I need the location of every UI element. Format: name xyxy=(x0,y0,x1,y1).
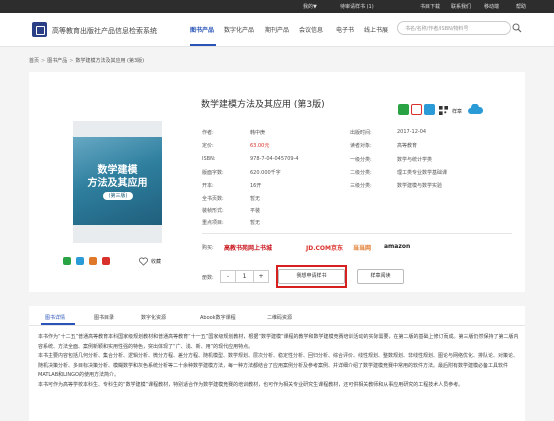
description-paragraph: 本书主要内容包括几何分析、集合分析、逻辑分析、微分方程、差分方程、随机模型、数学… xyxy=(38,353,519,379)
store-link-jd[interactable]: JD.COM京东 xyxy=(306,243,343,252)
breadcrumb-home[interactable]: 首页 xyxy=(29,58,39,64)
cloud-icon[interactable] xyxy=(468,104,483,115)
cover-title-line2: 方法及其应用 xyxy=(87,178,148,189)
nav-journals[interactable]: 期刊产品 xyxy=(265,25,289,34)
book-title: 数学建模方法及其应用 (第3版) xyxy=(201,100,325,110)
mobile-link[interactable]: 移动端 xyxy=(484,3,499,10)
store-link-dangdang[interactable]: 当当网 xyxy=(353,243,371,252)
meta-isbn-label: ISBN: xyxy=(202,156,216,162)
description-paragraph: 本书可作为高等学校本科生、专科生的“数学建模”课程教材，特别适合作为数学建模竞赛… xyxy=(38,381,464,388)
qr-code-icon[interactable] xyxy=(439,106,448,115)
description-paragraph: 本书作为“十二五”普通高等教育本科国家级规划教材和普通高等教育“十一五”国家级规… xyxy=(38,334,519,350)
meta-category1-value[interactable]: 数学与统计学类 xyxy=(397,156,432,163)
book-description: 本书作为“十二五”普通高等教育本科国家级规划教材和普通高等教育“十一五”国家级规… xyxy=(38,333,519,391)
sample-cart-link[interactable]: 待审请样书 (1) xyxy=(340,3,374,10)
breadcrumb-current: 数学建模方法及其应用 (第3版) xyxy=(75,58,145,64)
heart-icon[interactable] xyxy=(139,257,148,266)
site-header: 高等教育出版社产品信息检索系统 图书产品 数字化产品 期刊产品 会议信息 电子书… xyxy=(0,13,554,47)
top-bar: 我的▼ 待审请样书 (1) 书目下载 联系我们 移动端 帮助 xyxy=(0,0,554,13)
breadcrumb-separator: > xyxy=(69,58,74,64)
quantity-input[interactable]: 1 xyxy=(235,270,254,283)
tab-abook[interactable]: Abook数字课程 xyxy=(200,314,236,321)
resource-icon[interactable] xyxy=(424,104,435,115)
read-sample-button[interactable]: 样章阅读 xyxy=(357,269,404,284)
meta-pubdate-value: 2017-12-04 xyxy=(397,129,427,135)
meta-format-label: 开本: xyxy=(202,183,214,189)
meta-pubdate-label: 出版时间: xyxy=(350,130,372,136)
nav-ebooks[interactable]: 电子书 xyxy=(336,25,354,34)
quantity-minus-button[interactable]: - xyxy=(220,270,236,283)
cover-header xyxy=(73,121,162,137)
qzone-share-icon[interactable] xyxy=(89,257,97,265)
meta-audience-label: 读者对象: xyxy=(350,143,372,149)
nav-conferences[interactable]: 会议信息 xyxy=(299,25,323,34)
nav-digital[interactable]: 数字化产品 xyxy=(224,25,254,34)
meta-binding-label: 装帧形式: xyxy=(202,208,224,214)
store-link-hep[interactable]: 高教书苑网上书城 xyxy=(224,243,272,252)
tab-digital-resources[interactable]: 数字化资源 xyxy=(141,314,166,321)
meta-category3-value[interactable]: 数学建模与数学实验 xyxy=(397,182,442,189)
breadcrumb-books[interactable]: 图书产品 xyxy=(47,58,67,64)
meta-author-value[interactable]: 韩中庚 xyxy=(250,129,265,136)
quantity-label: 册数: xyxy=(202,275,214,281)
tab-active-indicator xyxy=(41,323,75,325)
qq-share-icon[interactable] xyxy=(76,257,84,265)
help-link[interactable]: 帮助 xyxy=(516,3,526,10)
search-input[interactable]: 书名/名称/作者/ISBN/物料号 xyxy=(397,21,511,35)
book-cover-image: 数学建模 方法及其应用 (第三版) xyxy=(73,121,162,243)
meta-author-label: 作者: xyxy=(202,130,214,136)
cover-title: 数学建模 方法及其应用 xyxy=(73,164,162,190)
meta-wordcount-value: 620.000千字 xyxy=(250,170,281,176)
meta-category2-value[interactable]: 理工类专业数学基础课 xyxy=(397,169,447,176)
meta-format-value: 16开 xyxy=(250,183,262,189)
contact-link[interactable]: 联系我们 xyxy=(451,3,471,10)
meta-category2-label: 二级分类: xyxy=(350,170,372,176)
purchase-label: 购买: xyxy=(202,245,214,251)
meta-binding-value: 平装 xyxy=(250,208,261,214)
resource-icon[interactable] xyxy=(398,104,409,115)
meta-wordcount-label: 版面字数: xyxy=(202,170,224,176)
breadcrumb: 首页 > 图书产品 > 数学建模方法及其应用 (第3版) xyxy=(29,57,144,64)
wechat-share-icon[interactable] xyxy=(63,257,71,265)
site-title[interactable]: 高等教育出版社产品信息检索系统 xyxy=(52,26,157,36)
meta-key-project-label: 重点项目: xyxy=(202,220,224,226)
nav-book-fair[interactable]: 线上书展 xyxy=(364,25,388,34)
cover-footer xyxy=(73,225,162,243)
tab-contents[interactable]: 图书目录 xyxy=(94,314,114,321)
favorite-label[interactable]: 收藏 xyxy=(151,258,161,265)
sample-chapter-label[interactable]: 样章 xyxy=(452,108,462,115)
nav-books[interactable]: 图书产品 xyxy=(190,25,214,34)
resource-icon[interactable] xyxy=(411,104,422,115)
search-icon[interactable] xyxy=(512,23,522,33)
meta-key-project-value: 暂无 xyxy=(250,220,261,226)
meta-pages-value: 暂无 xyxy=(250,196,261,202)
breadcrumb-separator: > xyxy=(41,58,46,64)
meta-pages-label: 全书页数: xyxy=(202,196,224,202)
cover-edition: (第三版) xyxy=(103,192,133,200)
meta-isbn-value: 978-7-04-045709-4 xyxy=(250,156,299,162)
quantity-plus-button[interactable]: + xyxy=(253,270,269,283)
meta-audience-value: 高等教育 xyxy=(397,143,418,149)
meta-price-value: 63.00元 xyxy=(250,143,270,149)
weibo-share-icon[interactable] xyxy=(102,257,110,265)
site-logo-icon[interactable] xyxy=(32,22,47,37)
divider xyxy=(202,233,512,234)
request-button-highlight xyxy=(276,265,347,288)
meta-category1-label: 一级分类: xyxy=(350,157,372,163)
meta-category3-label: 三级分类: xyxy=(350,183,372,189)
catalog-download-link[interactable]: 书目下载 xyxy=(420,3,440,10)
nav-active-indicator xyxy=(190,44,216,46)
meta-price-label: 定价: xyxy=(202,143,214,149)
store-link-amazon[interactable]: amazon xyxy=(384,243,410,250)
tab-divider xyxy=(29,325,525,326)
tab-details[interactable]: 图书详情 xyxy=(45,314,65,321)
user-menu[interactable]: 我的▼ xyxy=(303,3,317,10)
cover-title-line1: 数学建模 xyxy=(97,165,138,176)
tab-qr-resources[interactable]: 二维码资源 xyxy=(267,314,292,321)
